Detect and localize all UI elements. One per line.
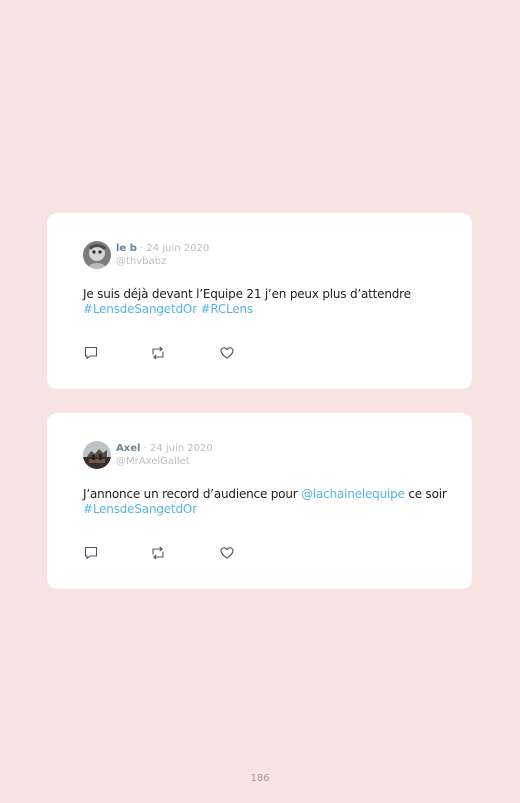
like-icon[interactable]	[219, 345, 235, 361]
hashtag-link[interactable]: #LensdeSangetdOr	[83, 302, 197, 316]
tweet-text-content: J’annonce un record d’audience pour	[83, 487, 298, 501]
author-handle[interactable]: @thvbabz	[116, 255, 209, 268]
mention-link[interactable]: @lachainelequipe	[301, 487, 405, 501]
reply-icon[interactable]	[83, 545, 99, 561]
reply-icon[interactable]	[83, 345, 99, 361]
author-name[interactable]: le b	[116, 243, 137, 254]
hashtag-link[interactable]: #LensdeSangetdOr	[83, 502, 197, 516]
author-handle[interactable]: @MrAxelGallet	[116, 455, 213, 468]
author-name[interactable]: Axel	[116, 443, 140, 454]
retweet-icon[interactable]	[150, 545, 166, 561]
tweet-text: Je suis déjà devant l’Equipe 21 j’en peu…	[83, 287, 453, 317]
tweet-card: le b · 24 juin 2020 @thvbabz Je suis déj…	[47, 213, 472, 389]
avatar[interactable]	[83, 241, 111, 269]
page-number: 186	[250, 773, 270, 784]
tweet-text: J’annonce un record d’audience pour @lac…	[83, 487, 453, 517]
avatar[interactable]	[83, 441, 111, 469]
tweet-date[interactable]: 24 juin 2020	[150, 443, 213, 454]
separator: ·	[143, 443, 147, 454]
tweet-text-content: Je suis déjà devant l’Equipe 21 j’en peu…	[83, 287, 411, 301]
tweet-date[interactable]: 24 juin 2020	[146, 243, 209, 254]
retweet-icon[interactable]	[150, 345, 166, 361]
hashtag-link[interactable]: #RCLens	[200, 302, 253, 316]
separator: ·	[140, 243, 144, 254]
tweet-card: Axel · 24 juin 2020 @MrAxelGallet J’anno…	[47, 413, 472, 589]
like-icon[interactable]	[219, 545, 235, 561]
tweet-text-content: ce soir	[408, 487, 447, 501]
